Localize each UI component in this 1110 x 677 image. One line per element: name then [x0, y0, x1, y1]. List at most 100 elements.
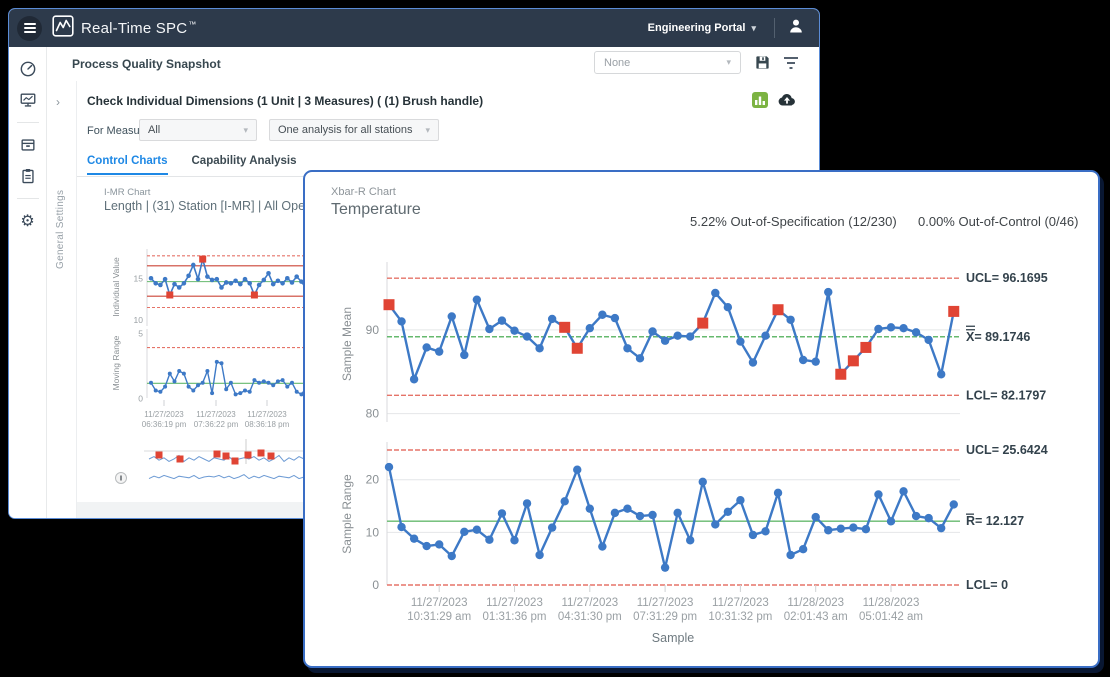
- measure-select[interactable]: All▾: [139, 119, 257, 141]
- sample-point[interactable]: [257, 381, 261, 385]
- sample-point[interactable]: [271, 282, 276, 287]
- sample-point[interactable]: [673, 331, 681, 339]
- sample-point[interactable]: [172, 282, 177, 287]
- sample-point[interactable]: [699, 478, 707, 486]
- sample-point[interactable]: [410, 375, 418, 383]
- sample-point[interactable]: [448, 552, 456, 560]
- sample-point[interactable]: [573, 465, 581, 473]
- sample-point[interactable]: [611, 509, 619, 517]
- sample-point[interactable]: [774, 489, 782, 497]
- out-of-spec-point[interactable]: [572, 343, 583, 354]
- sample-point[interactable]: [158, 283, 163, 288]
- out-of-spec-point[interactable]: [232, 458, 239, 465]
- out-of-spec-point[interactable]: [773, 304, 784, 315]
- analysis-mode-select[interactable]: One analysis for all stations▾: [269, 119, 439, 141]
- sample-point[interactable]: [168, 372, 172, 376]
- sample-point[interactable]: [510, 536, 518, 544]
- chart-view-toggle-icon[interactable]: [752, 92, 768, 108]
- sample-point[interactable]: [229, 381, 233, 385]
- cloud-export-icon[interactable]: [777, 91, 797, 108]
- sample-point[interactable]: [410, 534, 418, 542]
- sample-point[interactable]: [473, 526, 481, 534]
- sample-point[interactable]: [749, 531, 757, 539]
- sample-point[interactable]: [448, 312, 456, 320]
- sample-point[interactable]: [535, 551, 543, 559]
- sidebar-item-settings[interactable]: ⚙: [19, 212, 37, 230]
- sample-point[interactable]: [435, 540, 443, 548]
- sample-point[interactable]: [397, 317, 405, 325]
- sample-point[interactable]: [262, 278, 267, 283]
- sample-point[interactable]: [786, 551, 794, 559]
- sample-point[interactable]: [824, 526, 832, 534]
- sample-point[interactable]: [215, 277, 220, 282]
- sample-point[interactable]: [686, 332, 694, 340]
- sample-point[interactable]: [173, 379, 177, 383]
- out-of-spec-point[interactable]: [268, 453, 275, 460]
- sample-point[interactable]: [636, 512, 644, 520]
- sample-point[interactable]: [824, 288, 832, 296]
- sample-point[interactable]: [182, 372, 186, 376]
- sample-point[interactable]: [186, 273, 191, 278]
- sample-point[interactable]: [485, 536, 493, 544]
- sample-point[interactable]: [711, 520, 719, 528]
- sample-point[interactable]: [498, 509, 506, 517]
- out-of-spec-point[interactable]: [223, 453, 230, 460]
- sample-point[interactable]: [294, 274, 299, 279]
- sample-point[interactable]: [276, 279, 281, 284]
- sample-point[interactable]: [924, 336, 932, 344]
- sidebar-item-archive[interactable]: [19, 136, 37, 154]
- sample-point[interactable]: [736, 496, 744, 504]
- sample-point[interactable]: [262, 379, 266, 383]
- sample-point[interactable]: [224, 387, 228, 391]
- sample-point[interactable]: [548, 315, 556, 323]
- menu-button[interactable]: [17, 16, 42, 41]
- sample-point[interactable]: [290, 280, 295, 285]
- sample-point[interactable]: [849, 523, 857, 531]
- sample-point[interactable]: [799, 356, 807, 364]
- sample-point[interactable]: [912, 512, 920, 520]
- sample-point[interactable]: [736, 337, 744, 345]
- sample-point[interactable]: [899, 487, 907, 495]
- sample-point[interactable]: [598, 311, 606, 319]
- out-of-spec-point[interactable]: [156, 452, 163, 459]
- sample-point[interactable]: [219, 285, 224, 290]
- sample-point[interactable]: [182, 281, 187, 286]
- out-of-spec-point[interactable]: [177, 456, 184, 463]
- sample-point[interactable]: [812, 357, 820, 365]
- sample-point[interactable]: [950, 500, 958, 508]
- out-of-spec-point[interactable]: [258, 450, 265, 457]
- sample-point[interactable]: [686, 536, 694, 544]
- sample-point[interactable]: [510, 326, 518, 334]
- sample-point[interactable]: [586, 504, 594, 512]
- sample-point[interactable]: [224, 280, 229, 285]
- sample-point[interactable]: [799, 545, 807, 553]
- portal-dropdown[interactable]: Engineering Portal ▾: [642, 21, 762, 35]
- sample-point[interactable]: [267, 381, 271, 385]
- sample-point[interactable]: [887, 517, 895, 525]
- sample-point[interactable]: [385, 463, 393, 471]
- sample-point[interactable]: [485, 325, 493, 333]
- out-of-spec-point[interactable]: [835, 369, 846, 380]
- sample-point[interactable]: [473, 295, 481, 303]
- sample-point[interactable]: [280, 281, 285, 286]
- sample-point[interactable]: [786, 316, 794, 324]
- expand-panel-chevron-icon[interactable]: ›: [56, 95, 60, 109]
- sample-point[interactable]: [238, 282, 243, 287]
- sample-point[interactable]: [196, 277, 201, 282]
- sample-point[interactable]: [435, 347, 443, 355]
- out-of-spec-point[interactable]: [214, 451, 221, 458]
- sample-point[interactable]: [153, 281, 158, 286]
- sample-point[interactable]: [149, 381, 153, 385]
- sample-point[interactable]: [177, 285, 182, 290]
- sample-point[interactable]: [523, 332, 531, 340]
- sample-point[interactable]: [648, 327, 656, 335]
- sample-point[interactable]: [937, 370, 945, 378]
- user-icon[interactable]: [787, 17, 805, 40]
- tab-capability-analysis[interactable]: Capability Analysis: [192, 155, 297, 175]
- sample-point[interactable]: [238, 391, 242, 395]
- sample-point[interactable]: [158, 390, 162, 394]
- sample-point[interactable]: [201, 381, 205, 385]
- sample-point[interactable]: [177, 369, 181, 373]
- sample-point[interactable]: [460, 528, 468, 536]
- sample-point[interactable]: [191, 389, 195, 393]
